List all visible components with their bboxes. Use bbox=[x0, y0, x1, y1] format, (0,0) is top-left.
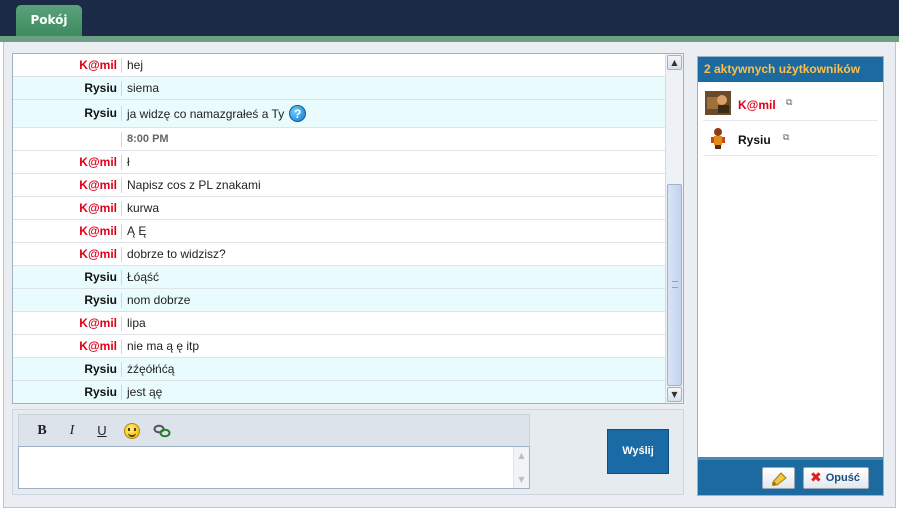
italic-button[interactable]: I bbox=[57, 418, 87, 444]
top-bar: Pokój bbox=[0, 0, 899, 36]
input-scroll-down-icon[interactable]: ▼ bbox=[516, 474, 527, 485]
message-text: żźęółńćą bbox=[127, 362, 175, 376]
message-text: dobrze to widzisz? bbox=[127, 247, 226, 261]
message-row: K@mil ł bbox=[13, 151, 665, 174]
message-nick[interactable]: Rysiu bbox=[13, 106, 122, 121]
smiley-icon bbox=[124, 422, 140, 439]
message-nick[interactable]: Rysiu bbox=[13, 292, 122, 308]
message-input[interactable]: ▲ ▼ bbox=[18, 446, 530, 489]
user-item[interactable]: K@mil ⧉ bbox=[703, 86, 878, 121]
user-name[interactable]: Rysiu bbox=[738, 133, 771, 147]
bold-button[interactable]: B bbox=[27, 418, 57, 444]
external-link-icon[interactable]: ⧉ bbox=[786, 98, 792, 108]
scroll-down-button[interactable]: ▼ bbox=[667, 387, 682, 402]
users-panel: 2 aktywnych użytkowników K@mil ⧉ Rysiu ⧉ bbox=[697, 56, 884, 496]
message-scrollbar[interactable]: ▲ ▼ bbox=[665, 54, 683, 403]
input-scroll-up-icon[interactable]: ▲ bbox=[516, 450, 527, 461]
question-emoticon-icon: ? bbox=[289, 105, 307, 122]
external-link-icon[interactable]: ⧉ bbox=[783, 133, 789, 143]
message-nick[interactable]: K@mil bbox=[13, 57, 122, 73]
message-text: Napisz cos z PL znakami bbox=[127, 178, 261, 192]
message-area: K@mil hej Rysiu siema Rysiu ja widzę co … bbox=[12, 53, 684, 404]
users-panel-footer: ✖ Opuść bbox=[698, 457, 883, 495]
time-spacer bbox=[13, 131, 122, 147]
message-text: nom dobrze bbox=[127, 293, 191, 307]
input-scrollbar[interactable]: ▲ ▼ bbox=[513, 447, 529, 488]
message-nick[interactable]: Rysiu bbox=[13, 384, 122, 400]
leave-label: Opuść bbox=[825, 472, 860, 484]
scroll-up-button[interactable]: ▲ bbox=[667, 55, 682, 70]
message-nick[interactable]: Rysiu bbox=[13, 269, 122, 285]
user-name[interactable]: K@mil bbox=[738, 98, 776, 112]
message-text: Ą Ę bbox=[127, 224, 147, 238]
tab-room[interactable]: Pokój bbox=[16, 5, 82, 36]
send-button[interactable]: Wyślij bbox=[607, 429, 669, 474]
message-nick[interactable]: K@mil bbox=[13, 200, 122, 216]
message-row: K@mil dobrze to widzisz? bbox=[13, 243, 665, 266]
message-nick[interactable]: K@mil bbox=[13, 177, 122, 193]
format-toolbar: B I U bbox=[18, 414, 530, 446]
message-text: jest ąę bbox=[127, 385, 163, 399]
message-list: K@mil hej Rysiu siema Rysiu ja widzę co … bbox=[13, 54, 665, 403]
users-panel-title: 2 aktywnych użytkowników bbox=[698, 57, 883, 82]
message-row: Rysiu nom dobrze bbox=[13, 289, 665, 312]
message-row: Rysiu siema bbox=[13, 77, 665, 100]
message-text: ł bbox=[127, 155, 130, 169]
message-row: Rysiu Łóąść bbox=[13, 266, 665, 289]
leave-room-button[interactable]: ✖ Opuść bbox=[803, 467, 869, 489]
message-nick[interactable]: Rysiu bbox=[13, 80, 122, 96]
underline-button[interactable]: U bbox=[87, 418, 117, 444]
message-row: Rysiu żźęółńćą bbox=[13, 358, 665, 381]
time-row: 8:00 PM bbox=[13, 128, 665, 151]
message-row: K@mil lipa bbox=[13, 312, 665, 335]
message-nick[interactable]: K@mil bbox=[13, 315, 122, 331]
timestamp: 8:00 PM bbox=[127, 133, 169, 145]
bell-icon bbox=[772, 472, 787, 486]
message-row: K@mil Ą Ę bbox=[13, 220, 665, 243]
avatar bbox=[705, 126, 731, 150]
message-text: Łóąść bbox=[127, 270, 160, 284]
message-row: Rysiu jest ąę bbox=[13, 381, 665, 403]
link-icon bbox=[153, 424, 171, 437]
message-row: Rysiu ja widzę co namazgrałeś a Ty ? bbox=[13, 100, 665, 128]
message-text: kurwa bbox=[127, 201, 160, 215]
sound-toggle-button[interactable] bbox=[762, 467, 795, 489]
message-row: K@mil Napisz cos z PL znakami bbox=[13, 174, 665, 197]
message-row: K@mil kurwa bbox=[13, 197, 665, 220]
insert-link-button[interactable] bbox=[147, 418, 177, 444]
close-icon: ✖ bbox=[810, 470, 822, 486]
message-nick[interactable]: K@mil bbox=[13, 246, 122, 262]
composer: B I U ▲ ▼ Wyślij bbox=[12, 409, 684, 495]
message-nick[interactable]: K@mil bbox=[13, 154, 122, 170]
message-nick[interactable]: K@mil bbox=[13, 338, 122, 354]
emoticon-button[interactable] bbox=[117, 418, 147, 444]
message-row: K@mil hej bbox=[13, 54, 665, 77]
message-nick[interactable]: Rysiu bbox=[13, 361, 122, 377]
avatar bbox=[705, 91, 731, 115]
message-row: K@mil nie ma ą ę itp bbox=[13, 335, 665, 358]
message-text: siema bbox=[127, 81, 160, 95]
scroll-thumb[interactable] bbox=[667, 184, 682, 386]
message-text: ja widzę co namazgrałeś a Ty bbox=[127, 106, 285, 121]
scroll-grip-icon bbox=[672, 281, 678, 288]
message-text: lipa bbox=[127, 316, 146, 330]
user-item[interactable]: Rysiu ⧉ bbox=[703, 121, 878, 156]
message-text: hej bbox=[127, 58, 144, 72]
message-text: nie ma ą ę itp bbox=[127, 339, 200, 353]
message-nick[interactable]: K@mil bbox=[13, 223, 122, 239]
